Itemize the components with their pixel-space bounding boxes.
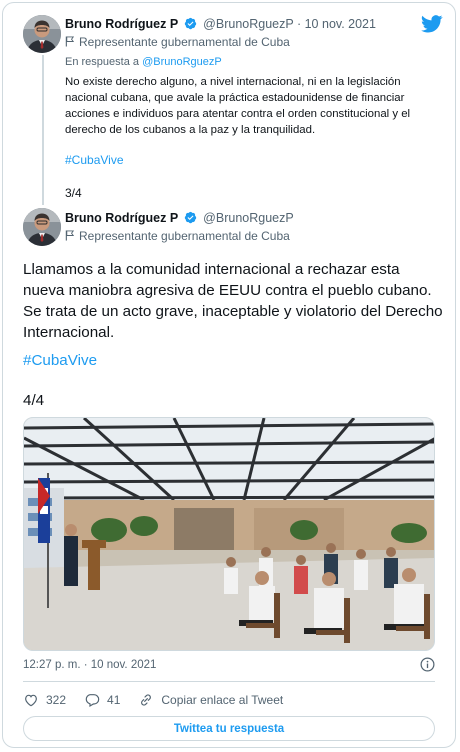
- author-handle[interactable]: @BrunoRguezP: [203, 211, 294, 225]
- thread-connector: [42, 55, 44, 205]
- separator: ·: [296, 17, 302, 31]
- government-flag-icon: [65, 36, 75, 47]
- tweet-photo[interactable]: [23, 417, 435, 651]
- hashtag-link[interactable]: #CubaVive: [65, 153, 124, 167]
- link-icon: [141, 694, 152, 706]
- tweet-timestamp[interactable]: 12:27 p. m. · 10 nov. 2021: [23, 659, 156, 671]
- info-icon[interactable]: [420, 657, 435, 672]
- author-handle[interactable]: @BrunoRguezP: [203, 17, 293, 31]
- author-name[interactable]: Bruno Rodríguez P: [65, 17, 178, 31]
- reply-count: 41: [107, 693, 121, 707]
- reply-handle-link[interactable]: @BrunoRguezP: [142, 56, 222, 68]
- copy-link-label: Copiar enlace al Tweet: [161, 693, 284, 707]
- tweet-text: No existe derecho alguno, a nivel intern…: [65, 76, 411, 136]
- tweet-card: Bruno Rodríguez P @BrunoRguezP · 10 nov.…: [2, 2, 456, 748]
- like-count: 322: [46, 693, 67, 707]
- copy-link-button[interactable]: Copiar enlace al Tweet: [138, 692, 283, 708]
- twitter-bird-icon[interactable]: [421, 15, 443, 33]
- reply-action-button[interactable]: 41: [84, 692, 120, 708]
- government-label: Representante gubernamental de Cuba: [65, 229, 290, 243]
- heart-icon: [25, 694, 37, 707]
- tweet-reply-button[interactable]: Twittea tu respuesta: [23, 716, 435, 741]
- reply-prefix: En respuesta a: [65, 56, 139, 68]
- government-label-text: Representante gubernamental de Cuba: [79, 35, 290, 49]
- conference-room-photo: [24, 418, 434, 650]
- tweet-text: Llamamos a la comunidad internacional a …: [23, 261, 443, 341]
- avatar[interactable]: [23, 15, 61, 53]
- like-button[interactable]: 322: [23, 692, 66, 708]
- hashtag-link[interactable]: #CubaVive: [23, 352, 97, 369]
- tweet-date[interactable]: 10 nov. 2021: [305, 17, 376, 31]
- government-label: Representante gubernamental de Cuba: [65, 35, 290, 49]
- reply-bubble-icon: [85, 694, 100, 708]
- verified-badge-icon: [184, 17, 196, 30]
- avatar[interactable]: [23, 208, 61, 246]
- tweet-header: Bruno Rodríguez P @BrunoRguezP · 10 nov.…: [65, 17, 376, 31]
- verified-badge-icon: [184, 211, 196, 224]
- thread-count: 3/4: [65, 186, 82, 200]
- action-bar: 322 41 Copiar enlace al Tweet: [23, 691, 301, 709]
- tweet-header: Bruno Rodríguez P @BrunoRguezP: [65, 211, 294, 225]
- government-label-text: Representante gubernamental de Cuba: [79, 229, 290, 243]
- government-flag-icon: [65, 230, 75, 241]
- thread-count: 4/4: [23, 392, 45, 409]
- reply-context: En respuesta a @BrunoRguezP: [65, 56, 222, 68]
- divider: [23, 681, 435, 682]
- author-name[interactable]: Bruno Rodríguez P: [65, 211, 178, 225]
